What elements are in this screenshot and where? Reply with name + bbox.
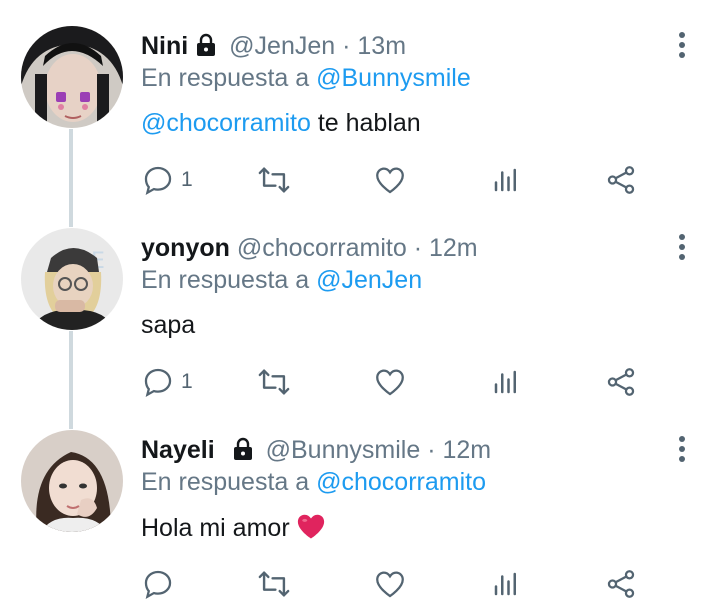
like-button[interactable]	[373, 162, 407, 198]
lock-icon	[231, 437, 255, 468]
tweet-header: Nayeli @Bunnysmile · 12m	[141, 435, 491, 468]
retweet-button[interactable]	[257, 566, 291, 602]
reply-icon	[141, 163, 175, 197]
reply-button[interactable]: 1	[141, 162, 193, 198]
avatar[interactable]	[21, 430, 123, 532]
tweet-text: sapa	[141, 310, 195, 340]
reply-count: 1	[181, 168, 193, 191]
reply-context: En respuesta a @Bunnysmile	[141, 63, 471, 93]
analytics-button[interactable]	[491, 364, 521, 400]
analytics-button[interactable]	[491, 566, 521, 602]
analytics-icon	[491, 569, 521, 599]
tweet-text: @chocorramito te hablan	[141, 108, 421, 138]
tweet[interactable]: E yonyon @chocorramito · 12m En respuest…	[0, 202, 720, 405]
timestamp[interactable]: 12m	[442, 436, 491, 464]
separator: ·	[427, 436, 436, 464]
timestamp[interactable]: 13m	[357, 32, 406, 60]
reply-to-mention[interactable]: @JenJen	[316, 266, 422, 294]
action-bar: 1	[141, 364, 641, 400]
share-button[interactable]	[604, 364, 638, 400]
reply-context: En respuesta a @JenJen	[141, 265, 422, 295]
analytics-icon	[491, 165, 521, 195]
more-icon[interactable]	[678, 32, 686, 62]
share-button[interactable]	[604, 162, 638, 198]
tweet-body: Hola mi amor	[141, 514, 290, 542]
share-icon	[604, 365, 638, 399]
reply-button[interactable]	[141, 566, 181, 602]
user-handle[interactable]: @Bunnysmile	[266, 436, 421, 464]
like-icon	[373, 567, 407, 601]
retweet-button[interactable]	[257, 162, 291, 198]
tweet[interactable]: Nayeli @Bunnysmile · 12m En respuesta a …	[0, 404, 720, 607]
separator: ·	[413, 234, 423, 262]
reply-prefix: En respuesta a	[141, 64, 310, 92]
retweet-icon	[257, 365, 291, 399]
timestamp[interactable]: 12m	[429, 234, 478, 262]
tweet-body: sapa	[141, 311, 196, 339]
share-icon	[604, 567, 638, 601]
tweet-header: Nini @JenJen · 13m	[141, 31, 406, 64]
action-bar	[141, 566, 641, 602]
retweet-icon	[257, 567, 291, 601]
analytics-button[interactable]	[491, 162, 521, 198]
more-icon[interactable]	[678, 234, 686, 264]
display-name[interactable]: Nayeli	[141, 436, 215, 464]
action-bar: 1	[141, 162, 641, 198]
tweet-text: Hola mi amor	[141, 512, 326, 547]
retweet-button[interactable]	[257, 364, 291, 400]
reply-context: En respuesta a @chocorramito	[141, 467, 486, 497]
reply-icon	[141, 567, 175, 601]
display-name[interactable]: yonyon	[141, 234, 230, 262]
reply-prefix: En respuesta a	[141, 266, 310, 294]
reply-icon	[141, 365, 175, 399]
lock-icon	[194, 33, 218, 64]
like-icon	[373, 163, 407, 197]
display-name[interactable]: Nini	[141, 32, 188, 60]
reply-to-mention[interactable]: @chocorramito	[316, 468, 486, 496]
analytics-icon	[491, 367, 521, 397]
like-button[interactable]	[373, 364, 407, 400]
share-button[interactable]	[604, 566, 638, 602]
user-handle[interactable]: @JenJen	[229, 32, 335, 60]
reply-count: 1	[181, 370, 193, 393]
reply-prefix: En respuesta a	[141, 468, 310, 496]
reply-to-mention[interactable]: @Bunnysmile	[316, 64, 471, 92]
like-icon	[373, 365, 407, 399]
retweet-icon	[257, 163, 291, 197]
avatar[interactable]: E	[21, 228, 123, 330]
avatar[interactable]	[21, 26, 123, 128]
tweet-header: yonyon @chocorramito · 12m	[141, 233, 478, 263]
more-icon[interactable]	[678, 436, 686, 466]
like-button[interactable]	[373, 566, 407, 602]
red-heart-emoji-icon	[296, 512, 326, 547]
tweet-body: te hablan	[310, 109, 421, 137]
text-mention[interactable]: @chocorramito	[141, 109, 311, 137]
reply-button[interactable]: 1	[141, 364, 193, 400]
tweet[interactable]: Nini @JenJen · 13m En respuesta a @Bunny…	[0, 0, 720, 203]
separator: ·	[342, 32, 351, 60]
user-handle[interactable]: @chocorramito	[237, 234, 407, 262]
share-icon	[604, 163, 638, 197]
